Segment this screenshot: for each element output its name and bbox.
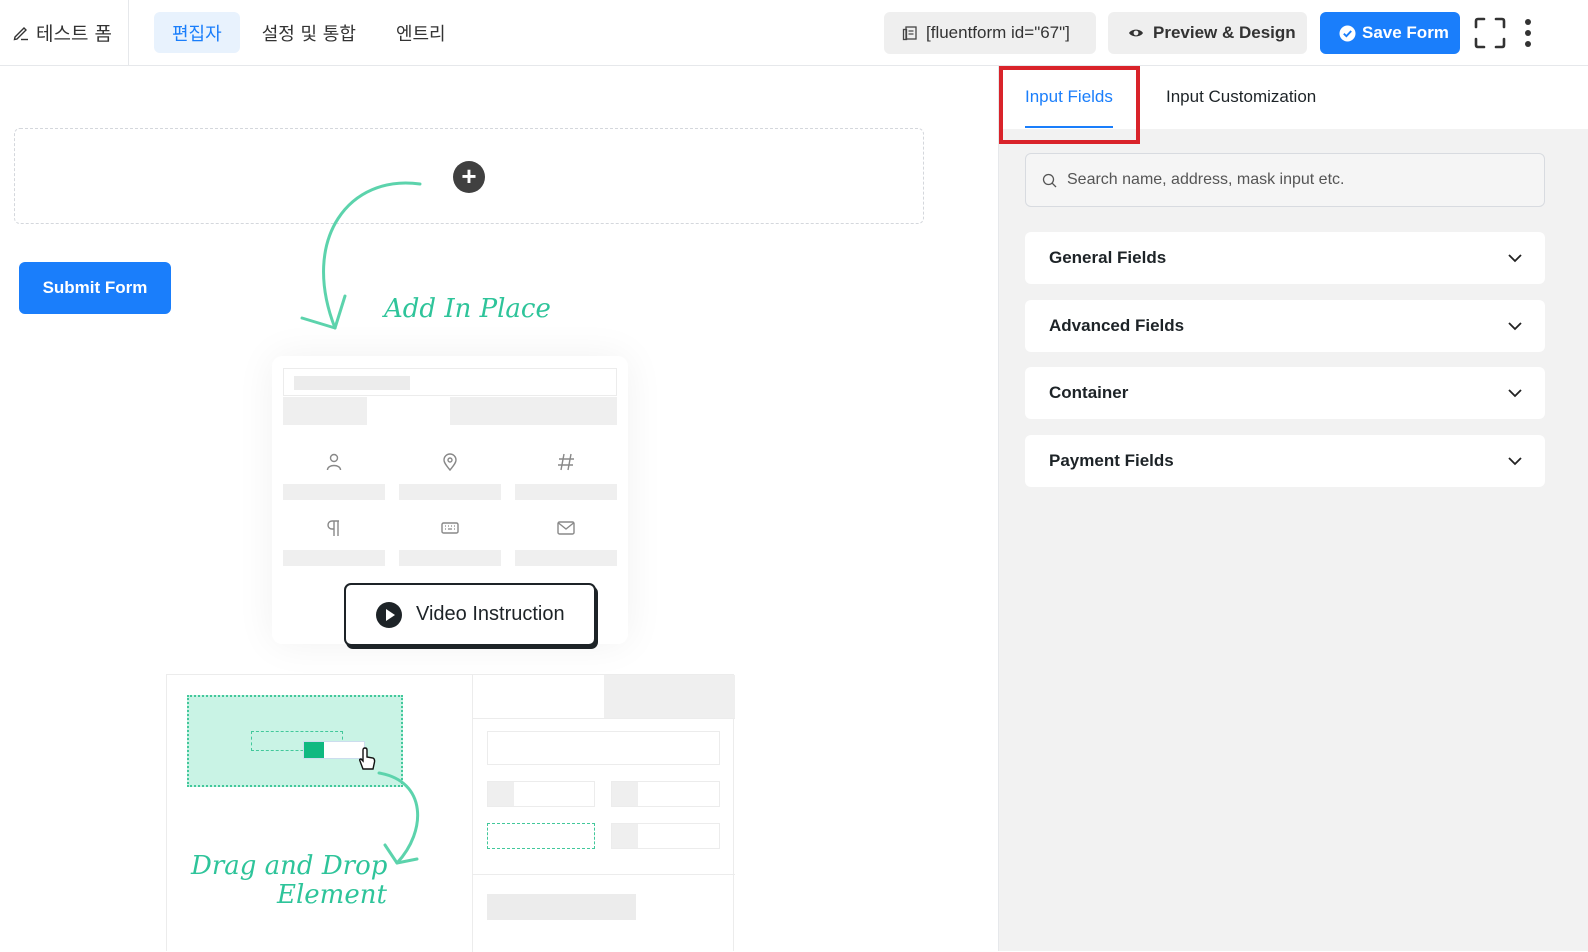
eye-icon (1129, 29, 1143, 37)
add-in-place-hint: Add In Place (384, 294, 551, 324)
guide-cell (515, 514, 617, 574)
tab-settings-integrations[interactable]: 설정 및 통합 (244, 12, 374, 53)
hand-cursor-icon (358, 747, 376, 770)
accordion-label: Payment Fields (1049, 451, 1174, 470)
search-icon (1042, 173, 1057, 187)
field-panel: Input Fields Input Customization General… (998, 66, 1588, 951)
tab-entries[interactable]: 엔트리 (378, 12, 464, 53)
accordion-advanced-fields[interactable]: Advanced Fields (1025, 300, 1545, 352)
drag-drop-hint-line1: Drag and Drop (191, 851, 388, 881)
accordion-label: Advanced Fields (1049, 316, 1185, 335)
more-vertical-icon[interactable] (1518, 17, 1538, 49)
drop-target-placeholder (187, 695, 403, 787)
accordion-container[interactable]: Container (1025, 367, 1545, 419)
paragraph-icon (327, 520, 339, 536)
shortcode-label: [fluentform id="67"] (926, 23, 1070, 42)
guide-cell (283, 514, 385, 574)
hash-icon (558, 453, 574, 471)
divider (128, 0, 129, 66)
main-nav: 편집자 설정 및 통합 엔트리 (154, 12, 464, 53)
field-search-input[interactable] (1067, 171, 1527, 189)
add-field-plus-icon[interactable]: + (453, 161, 485, 193)
guide-cell (399, 514, 501, 574)
preview-design-button[interactable]: Preview & Design (1108, 12, 1307, 54)
save-form-button[interactable]: Save Form (1320, 12, 1460, 54)
top-bar: 테스트 폼 편집자 설정 및 통합 엔트리 [fluentform id="67… (0, 0, 1588, 66)
check-circle-icon (1339, 25, 1356, 41)
fullscreen-icon[interactable] (1474, 17, 1506, 49)
copy-icon (902, 26, 917, 41)
preview-label: Preview & Design (1153, 23, 1296, 42)
accordion-payment-fields[interactable]: Payment Fields (1025, 435, 1545, 487)
guide-cell (283, 448, 385, 508)
guide-tabs (283, 397, 617, 425)
play-icon (376, 601, 402, 628)
form-title-text: 테스트 폼 (36, 22, 112, 45)
chevron-down-icon (1508, 254, 1522, 263)
shortcode-copy-button[interactable]: [fluentform id="67"] (884, 12, 1096, 54)
guide-search-placeholder (283, 368, 617, 396)
accordion-general-fields[interactable]: General Fields (1025, 232, 1545, 284)
guide-cell (399, 448, 501, 508)
highlight-annotation (999, 66, 1140, 144)
keyboard-icon (441, 522, 459, 534)
map-pin-icon (443, 453, 457, 472)
toggle-shape (303, 741, 365, 759)
chevron-down-icon (1508, 457, 1522, 466)
accordion-label: Container (1049, 383, 1129, 402)
drag-drop-hint-line2: Element (277, 880, 387, 910)
accordion-label: General Fields (1049, 248, 1167, 267)
video-instruction-label: Video Instruction (416, 603, 565, 625)
chevron-down-icon (1508, 389, 1522, 398)
chevron-down-icon (1508, 322, 1522, 331)
tab-input-customization[interactable]: Input Customization (1166, 66, 1316, 128)
tab-editor[interactable]: 편집자 (154, 12, 240, 53)
editor-canvas: + Add In Place Submit Form Video Instruc… (0, 66, 998, 952)
drag-drop-illustration: Drag and Drop Element (166, 674, 735, 952)
form-title[interactable]: 테스트 폼 (12, 19, 112, 45)
save-label: Save Form (1362, 23, 1449, 42)
video-instruction-button[interactable]: Video Instruction (344, 583, 596, 646)
mail-icon (557, 521, 575, 535)
edit-icon (13, 27, 28, 41)
submit-form-button[interactable]: Submit Form (19, 262, 171, 314)
user-icon (326, 453, 342, 471)
guide-cell (515, 448, 617, 508)
field-search[interactable] (1025, 153, 1545, 207)
